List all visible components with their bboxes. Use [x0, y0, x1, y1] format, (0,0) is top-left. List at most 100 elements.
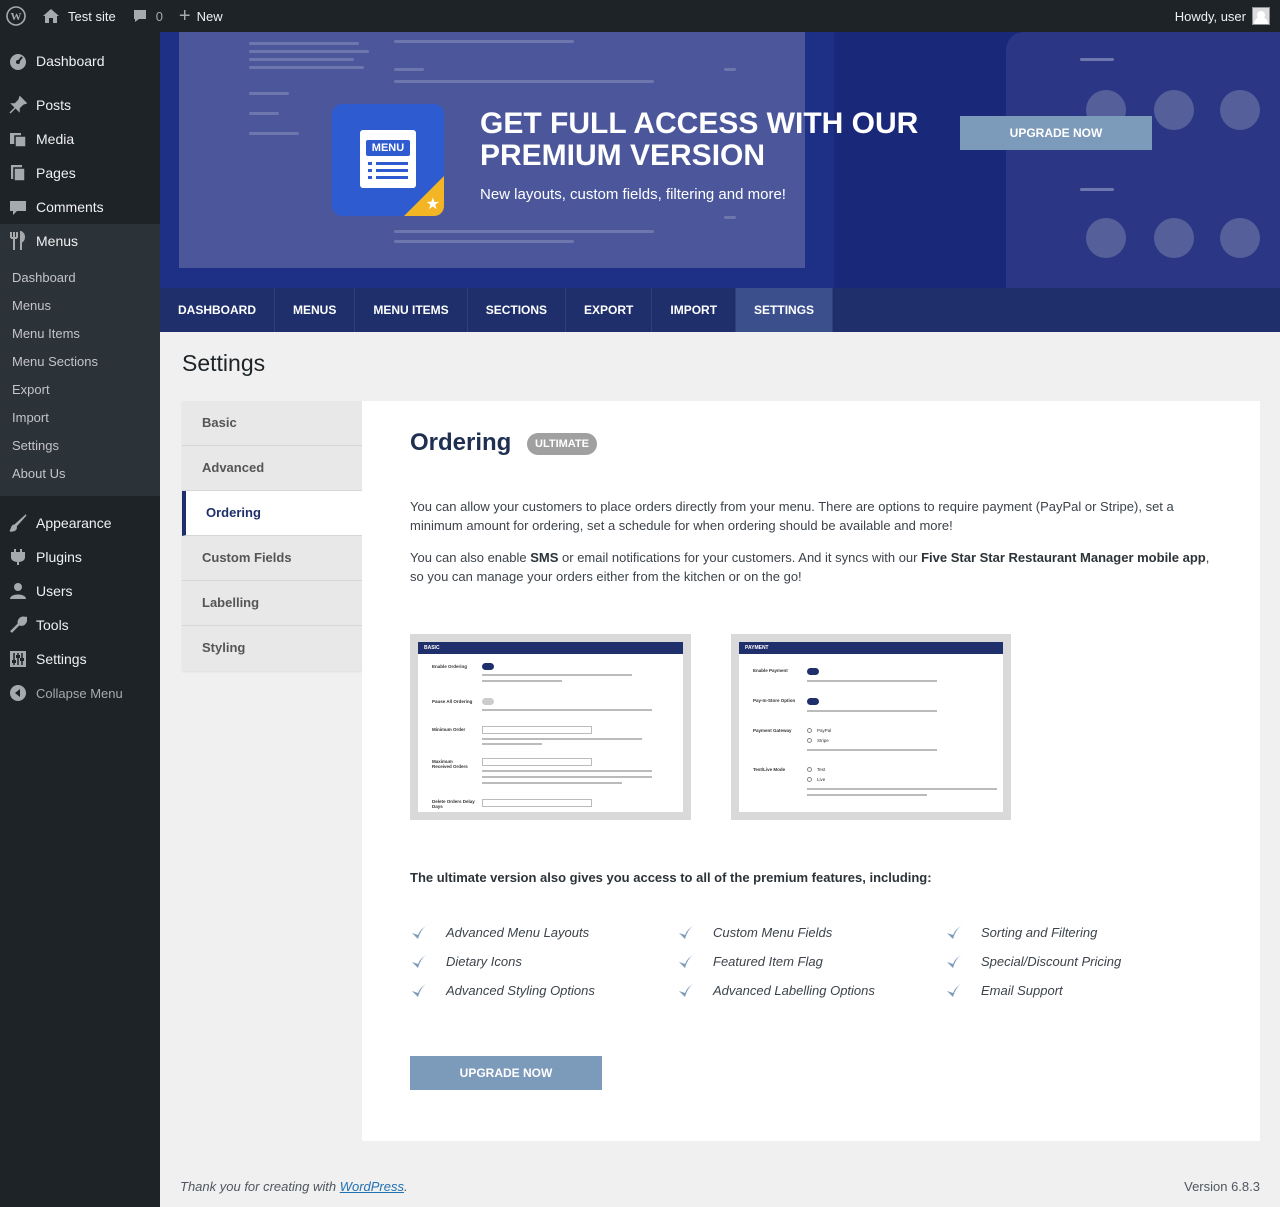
shot-row-label: Test/Live Mode [753, 767, 786, 772]
shot-row-label: Pay-In-Store Option [753, 698, 796, 703]
feature-item: Advanced Menu Layouts [410, 922, 589, 942]
description-paragraph: You can allow your customers to place or… [410, 499, 1174, 533]
feature-label: Advanced Styling Options [446, 982, 595, 998]
bg-line [249, 42, 359, 45]
banner-upgrade-button[interactable]: UPGRADE NOW [960, 116, 1152, 150]
user-icon [8, 581, 28, 601]
collapse-arrow-icon [8, 683, 28, 703]
shot-line [807, 788, 997, 790]
tab-menu-items[interactable]: MENU ITEMS [355, 288, 468, 332]
banner-subtitle: New layouts, custom fields, filtering an… [480, 186, 786, 203]
sidebar-item-menus[interactable]: Menus [0, 224, 160, 258]
tab-settings[interactable]: SETTINGS [736, 288, 834, 332]
sync-paragraph: You can also enable SMS or email notific… [410, 548, 1222, 586]
account-menu[interactable]: Howdy, user [1167, 0, 1280, 32]
shot-line [482, 770, 652, 772]
sidebar-item-plugins[interactable]: Plugins [0, 540, 160, 574]
logo-line [376, 162, 408, 165]
settings-nav-advanced[interactable]: Advanced [182, 446, 362, 491]
feature-item: Special/Discount Pricing [945, 951, 1121, 971]
submenu-item-menus[interactable]: Menus [0, 292, 160, 320]
submenu-item-export[interactable]: Export [0, 376, 160, 404]
submenu-item-menu-items[interactable]: Menu Items [0, 320, 160, 348]
submenu-item-dashboard[interactable]: Dashboard [0, 264, 160, 292]
footer-suffix: . [404, 1179, 408, 1194]
sidebar-item-media[interactable]: Media [0, 122, 160, 156]
bg-line [1080, 188, 1114, 191]
footer-version: Version 6.8.3 [1184, 1179, 1260, 1194]
logo-line [368, 176, 372, 179]
comments-count: 0 [155, 8, 163, 24]
sidebar-item-tools[interactable]: Tools [0, 608, 160, 642]
logo-text: MENU [366, 140, 410, 156]
sidebar-item-dashboard[interactable]: Dashboard [0, 44, 160, 78]
shot-line [807, 710, 937, 712]
wordpress-link[interactable]: WordPress [340, 1179, 404, 1194]
bg-line [249, 58, 354, 61]
site-name-link[interactable]: Test site [34, 0, 124, 32]
comment-bubble-icon [132, 8, 148, 24]
settings-section-nav: Basic Advanced Ordering Custom Fields La… [182, 401, 362, 671]
logo-line [368, 162, 372, 165]
panel-upgrade-button[interactable]: UPGRADE NOW [410, 1056, 602, 1090]
sidebar-item-comments[interactable]: Comments [0, 190, 160, 224]
comments-link[interactable]: 0 [124, 0, 171, 32]
checkmark-icon [945, 922, 965, 942]
shot-line [482, 738, 642, 740]
bg-dish [1220, 90, 1260, 130]
features-heading: The ultimate version also gives you acce… [410, 870, 932, 885]
shot-line [807, 680, 937, 682]
radio-label: Test [817, 767, 826, 772]
new-content-link[interactable]: + New [171, 0, 231, 32]
sidebar-label: Dashboard [36, 53, 105, 69]
sidebar-item-users[interactable]: Users [0, 574, 160, 608]
tab-dashboard[interactable]: DASHBOARD [160, 288, 275, 332]
premium-banner: MENU ★ GET FULL ACCESS WITH OUR PREMIUM … [160, 32, 1280, 288]
checkmark-icon [677, 951, 697, 971]
settings-nav-styling[interactable]: Styling [182, 626, 362, 671]
shot-row-label: Maximum Received Orders [432, 759, 468, 769]
settings-nav-labelling[interactable]: Labelling [182, 581, 362, 626]
shot-line [482, 674, 632, 676]
sidebar-label: Menus [36, 233, 79, 249]
submenu-item-settings[interactable]: Settings [0, 432, 160, 460]
sidebar-item-appearance[interactable]: Appearance [0, 506, 160, 540]
collapse-menu-button[interactable]: Collapse Menu [0, 676, 160, 710]
settings-nav-basic[interactable]: Basic [182, 401, 362, 446]
utensils-icon [8, 231, 28, 251]
bg-line [1080, 58, 1114, 61]
shot-input [482, 799, 592, 807]
submenu-item-import[interactable]: Import [0, 404, 160, 432]
wordpress-logo-icon[interactable]: W [0, 0, 34, 32]
shot-line [482, 743, 542, 745]
tab-import[interactable]: IMPORT [652, 288, 737, 332]
dashboard-icon [8, 51, 28, 71]
sidebar-item-posts[interactable]: Posts [0, 88, 160, 122]
sidebar-label: Tools [36, 617, 69, 633]
sidebar-item-settings[interactable]: Settings [0, 642, 160, 676]
checkmark-icon [410, 951, 430, 971]
ordering-settings-screenshot: BASIC Enable Ordering Pause All Ordering… [410, 634, 691, 820]
tab-sections[interactable]: SECTIONS [468, 288, 567, 332]
settings-nav-ordering[interactable]: Ordering [182, 491, 362, 536]
tab-export[interactable]: EXPORT [566, 288, 653, 332]
radio [807, 777, 812, 782]
sliders-icon [8, 649, 28, 669]
sidebar-label: Media [36, 131, 75, 147]
sidebar-label: Pages [36, 165, 76, 181]
submenu-item-menu-sections[interactable]: Menu Sections [0, 348, 160, 376]
screenshot-frame: PAYMENT Enable Payment Pay-In-Store Opti… [739, 642, 1003, 812]
shot-line [807, 749, 937, 751]
feature-item: Sorting and Filtering [945, 922, 1097, 942]
shot-row-label: Enable Ordering [432, 664, 468, 669]
feature-item: Advanced Labelling Options [677, 980, 875, 1000]
sidebar-item-pages[interactable]: Pages [0, 156, 160, 190]
settings-nav-custom-fields[interactable]: Custom Fields [182, 536, 362, 581]
media-icon [8, 129, 28, 149]
payment-settings-screenshot: PAYMENT Enable Payment Pay-In-Store Opti… [731, 634, 1011, 820]
logo-line [368, 169, 372, 172]
home-icon [42, 8, 60, 24]
toggle-on [807, 698, 819, 705]
tab-menus[interactable]: MENUS [275, 288, 356, 332]
submenu-item-about-us[interactable]: About Us [0, 460, 160, 488]
